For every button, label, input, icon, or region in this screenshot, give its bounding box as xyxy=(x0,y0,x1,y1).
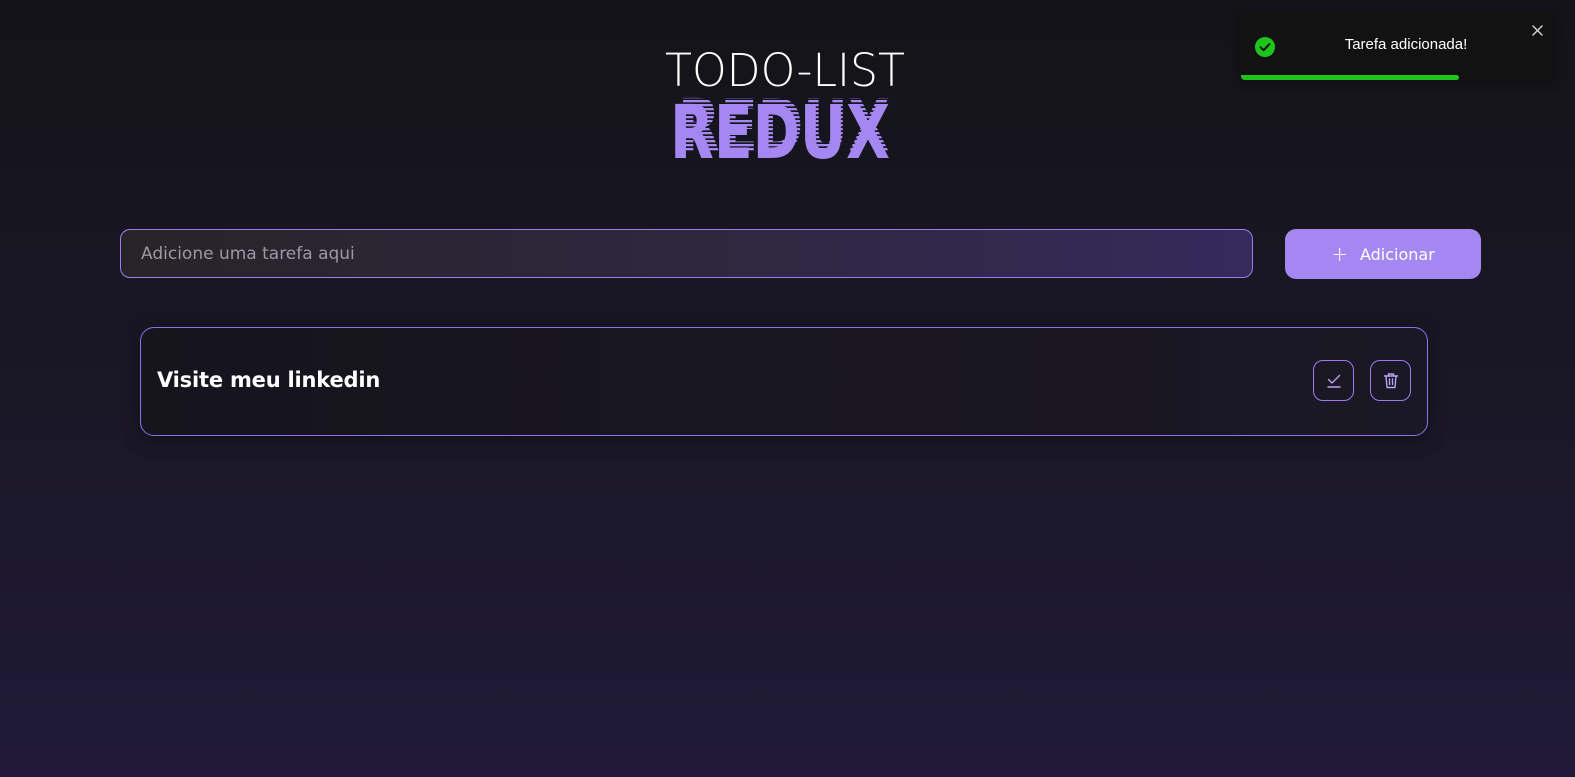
toast-message: Tarefa adicionada! xyxy=(1344,36,1468,53)
plus-icon: + xyxy=(1331,242,1348,266)
toast-progress-bar xyxy=(1241,75,1553,80)
task-input[interactable] xyxy=(120,229,1253,278)
logo-title-bottom: REDUX REDUX xyxy=(668,92,898,162)
app-logo: TODO-LIST REDUX REDUX xyxy=(620,46,955,166)
success-toast: Tarefa adicionada! xyxy=(1241,12,1553,80)
check-circle-icon xyxy=(1255,37,1275,57)
toast-progress-fill xyxy=(1241,75,1460,80)
trash-icon xyxy=(1383,373,1398,389)
add-button-label: Adicionar xyxy=(1359,244,1435,264)
delete-task-button[interactable] xyxy=(1370,360,1411,401)
close-icon[interactable] xyxy=(1529,22,1545,38)
check-icon xyxy=(1326,374,1341,388)
task-title: Visite meu linkedin xyxy=(157,368,381,392)
logo-redux-stripes: REDUX xyxy=(678,92,890,162)
logo-title-top: TODO-LIST xyxy=(665,44,905,97)
complete-task-button[interactable] xyxy=(1313,360,1354,401)
task-item: Visite meu linkedin xyxy=(140,327,1428,436)
add-task-button[interactable]: + Adicionar xyxy=(1285,229,1481,279)
